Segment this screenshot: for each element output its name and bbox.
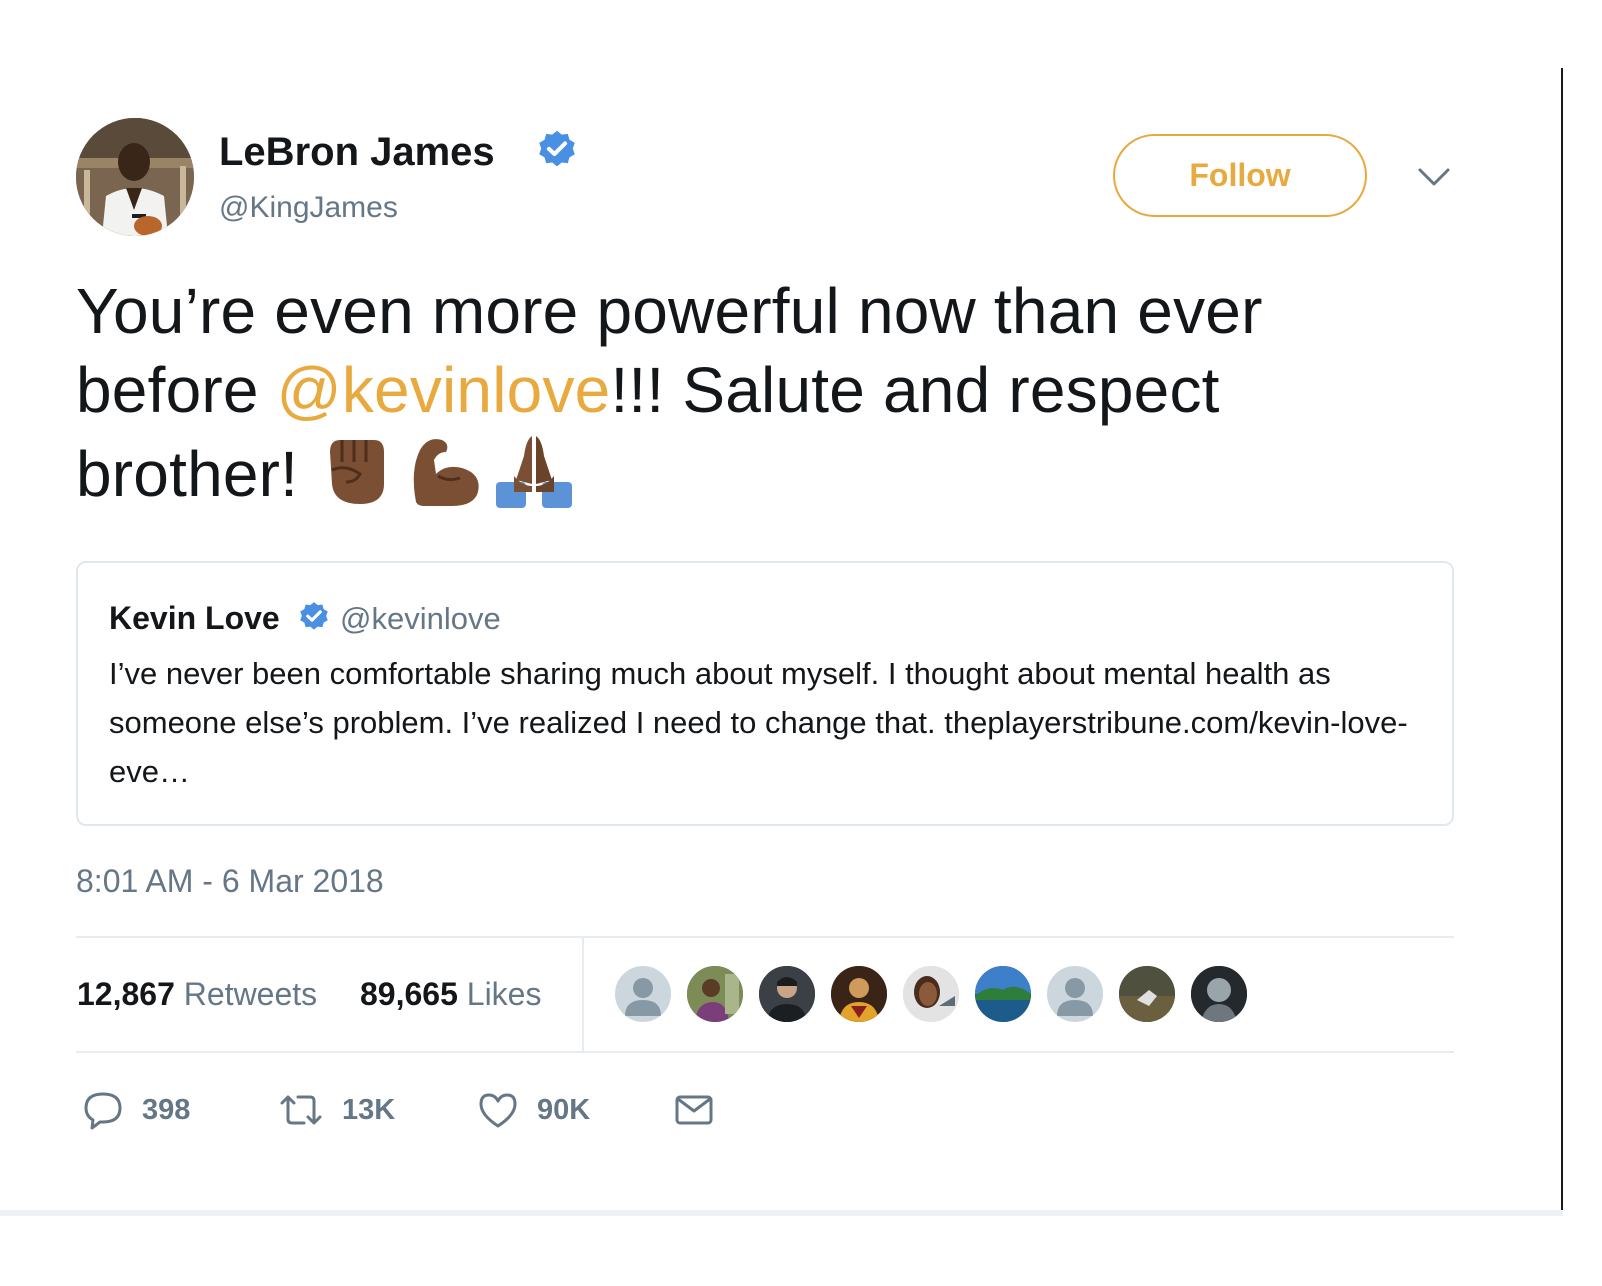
tweet-text: You’re even more powerful now than ever … <box>76 272 1376 514</box>
retweets-stat[interactable]: 12,867 Retweets <box>77 975 317 1013</box>
reply-icon <box>84 1092 122 1130</box>
liker-avatar[interactable] <box>973 964 1033 1024</box>
likes-count: 89,665 <box>360 976 458 1012</box>
tweet-timestamp[interactable]: 8:01 AM - 6 Mar 2018 <box>76 862 384 900</box>
liker-photo-icon <box>903 966 959 1022</box>
chevron-down-icon[interactable] <box>1417 165 1451 191</box>
reply-count: 398 <box>142 1093 191 1126</box>
liker-avatar[interactable] <box>1189 964 1249 1024</box>
author-name[interactable]: LeBron James <box>219 128 495 176</box>
liker-avatar[interactable] <box>1117 964 1177 1024</box>
liker-photo-icon <box>687 966 743 1022</box>
liker-avatar[interactable] <box>613 964 673 1024</box>
verified-badge-icon <box>539 130 575 167</box>
liker-avatar[interactable] <box>685 964 745 1024</box>
folded-hands-icon <box>496 436 573 508</box>
liker-avatar[interactable] <box>1045 964 1105 1024</box>
flexed-biceps-icon <box>413 439 479 506</box>
raised-fist-icon <box>330 440 385 504</box>
quoted-tweet-text: I’ve never been comfortable sharing much… <box>109 656 1408 789</box>
retweet-icon <box>280 1095 322 1125</box>
like-count: 90K <box>537 1093 591 1126</box>
direct-message-button[interactable] <box>673 1088 715 1132</box>
mention-link[interactable]: @kevinlove <box>277 354 611 426</box>
liker-avatar[interactable] <box>757 964 817 1024</box>
author-avatar[interactable] <box>76 118 194 236</box>
retweet-count: 13K <box>342 1093 396 1126</box>
liker-avatar[interactable] <box>901 964 961 1024</box>
envelope-icon <box>675 1095 713 1125</box>
default-avatar-icon <box>1057 978 1093 1016</box>
likes-stat[interactable]: 89,665 Likes <box>360 975 541 1013</box>
quoted-tweet-card[interactable]: Kevin Love @kevinlove I’ve never been co… <box>76 561 1454 826</box>
bottom-edge-rule <box>0 1210 1563 1216</box>
liker-photo-icon <box>759 966 815 1022</box>
stats-divider <box>582 937 584 1051</box>
retweet-button[interactable]: 13K <box>278 1088 395 1132</box>
default-avatar-icon <box>625 978 661 1016</box>
author-handle[interactable]: @KingJames <box>219 190 398 226</box>
reply-button[interactable]: 398 <box>82 1088 190 1132</box>
author-avatar-photo-icon <box>76 118 194 236</box>
liker-photo-icon <box>975 966 1031 1022</box>
divider <box>76 936 1454 938</box>
liker-photo-icon <box>1119 966 1175 1022</box>
follow-button[interactable]: Follow <box>1113 134 1367 217</box>
retweets-count: 12,867 <box>77 976 175 1012</box>
heart-icon <box>479 1093 517 1128</box>
likes-label: Likes <box>466 976 542 1012</box>
quoted-author-handle: @kevinlove <box>340 601 501 636</box>
divider <box>76 1051 1454 1053</box>
liker-photo-icon <box>1191 966 1247 1022</box>
like-button[interactable]: 90K <box>477 1088 590 1132</box>
verified-badge-icon <box>300 602 328 630</box>
liker-photo-icon <box>831 966 887 1022</box>
retweets-label: Retweets <box>183 976 318 1012</box>
right-edge-rule <box>1561 68 1563 1216</box>
quoted-author-name: Kevin Love <box>109 600 280 636</box>
liker-avatar[interactable] <box>829 964 889 1024</box>
